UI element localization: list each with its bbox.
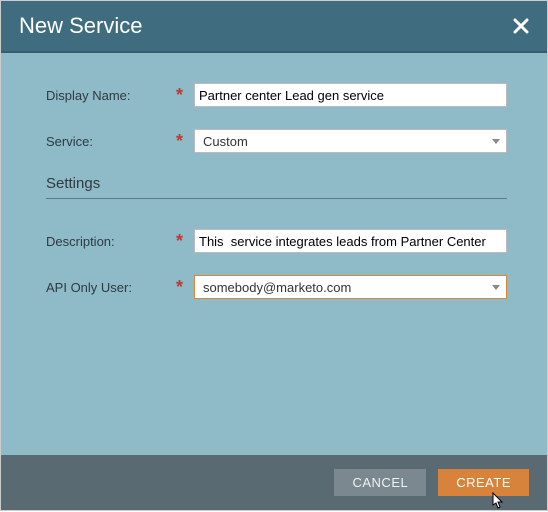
required-mark: * xyxy=(176,278,194,296)
description-row: Description: * xyxy=(46,229,507,253)
api-only-user-label: API Only User: xyxy=(46,280,176,295)
modal-body: Display Name: * Service: * Custom Settin… xyxy=(1,53,547,455)
display-name-input[interactable] xyxy=(194,83,507,107)
close-icon[interactable] xyxy=(513,18,529,34)
service-select[interactable]: Custom xyxy=(194,129,507,153)
settings-heading: Settings xyxy=(46,175,507,192)
api-only-user-row: API Only User: * somebody@marketo.com xyxy=(46,275,507,299)
required-mark: * xyxy=(176,232,194,250)
api-only-user-select[interactable]: somebody@marketo.com xyxy=(194,275,507,299)
section-divider xyxy=(46,198,507,199)
api-only-user-select-value: somebody@marketo.com xyxy=(203,280,351,295)
service-select-value: Custom xyxy=(203,134,248,149)
new-service-modal: New Service Display Name: * Service: * C… xyxy=(0,0,548,511)
chevron-down-icon xyxy=(492,285,500,290)
required-mark: * xyxy=(176,86,194,104)
modal-title: New Service xyxy=(19,13,142,39)
display-name-label: Display Name: xyxy=(46,88,176,103)
description-input[interactable] xyxy=(194,229,507,253)
service-label: Service: xyxy=(46,134,176,149)
modal-footer: CANCEL CREATE xyxy=(1,455,547,510)
display-name-row: Display Name: * xyxy=(46,83,507,107)
chevron-down-icon xyxy=(492,139,500,144)
create-button[interactable]: CREATE xyxy=(438,469,529,496)
service-row: Service: * Custom xyxy=(46,129,507,153)
required-mark: * xyxy=(176,132,194,150)
cancel-button[interactable]: CANCEL xyxy=(334,469,426,496)
modal-header: New Service xyxy=(1,1,547,53)
description-label: Description: xyxy=(46,234,176,249)
